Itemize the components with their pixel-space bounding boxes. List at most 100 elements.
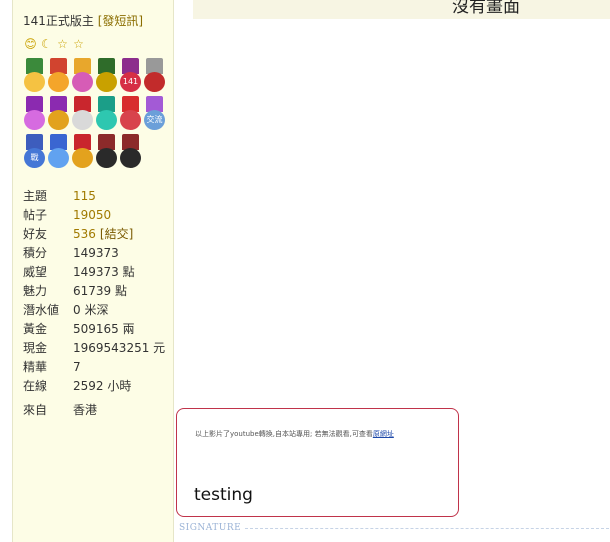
medal-badge (48, 110, 69, 130)
medal-badge (96, 110, 117, 130)
medal-badge (72, 110, 93, 130)
add-friend-link[interactable]: [結交] (100, 227, 133, 241)
medal-badge (48, 148, 69, 168)
signature-note: 以上影片了youtube轉換,自本站專用; 若無法觀看,可查看原網址 (195, 429, 394, 439)
stat-row: 積分 149373 (23, 243, 173, 262)
stat-value: 61739 點 (73, 282, 127, 299)
stat-value: 509165 兩 (73, 320, 135, 337)
stat-row: 黃金 509165 兩 (23, 319, 173, 338)
medal-icon[interactable] (47, 96, 70, 132)
stat-label: 現金 (23, 341, 48, 355)
stat-value: 0 米深 (73, 301, 108, 318)
medal-icon[interactable] (47, 58, 70, 94)
stat-row: 魅力 61739 點 (23, 281, 173, 300)
post-text-fragment: 沒有畫面 (452, 0, 520, 17)
medal-badge: 交流 (144, 110, 165, 130)
stat-value-text: 149373 (73, 245, 119, 260)
stat-label: 帖子 (23, 208, 48, 222)
stat-value: 149373 點 (73, 263, 135, 280)
medal-icon[interactable] (71, 134, 94, 170)
stat-value: 115 (73, 189, 96, 203)
stat-label: 精華 (23, 360, 48, 374)
signature-box: 以上影片了youtube轉換,自本站專用; 若無法觀看,可查看原網址 testi… (176, 408, 459, 517)
medal-icon[interactable] (95, 96, 118, 132)
stat-row: 帖子 19050 (23, 205, 173, 224)
stat-row: 潛水値 0 米深 (23, 300, 173, 319)
moon-icon: ☾ (41, 37, 52, 51)
medal-badge (24, 72, 45, 92)
stat-value: 149373 (73, 246, 119, 260)
stat-label: 威望 (23, 265, 48, 279)
stat-value: 536 [結交] (73, 225, 133, 242)
stat-value-text: 1969543251 元 (73, 341, 166, 355)
stat-value: 2592 小時 (73, 377, 131, 394)
medal-icon[interactable] (23, 96, 46, 132)
medal-badge (24, 110, 45, 130)
medal-badge (96, 148, 117, 168)
stat-value-text: 115 (73, 188, 96, 203)
from-label: 來自 (23, 403, 48, 417)
original-url-link[interactable]: 原網址 (373, 430, 394, 438)
medal-badge (96, 72, 117, 92)
stat-value-text: 0 米深 (73, 303, 109, 317)
medal-icon[interactable] (143, 58, 166, 94)
stat-value: 1969543251 元 (73, 339, 165, 356)
medal-badge (144, 72, 165, 92)
dashed-divider (245, 527, 609, 529)
smiley-icon: 😊 (24, 37, 37, 51)
stat-row: 主題 115 (23, 186, 173, 205)
medal-icon[interactable]: 戰 (23, 134, 46, 170)
signature-divider: SIGNATURE (179, 521, 609, 535)
medal-badge (120, 148, 141, 168)
medal-badge (120, 110, 141, 130)
send-pm-link[interactable]: [發短訊] (98, 14, 143, 28)
medal-icon[interactable] (71, 96, 94, 132)
medal-icon[interactable] (95, 134, 118, 170)
stat-label: 好友 (23, 227, 48, 241)
stat-value-text: 149373 點 (73, 265, 135, 279)
signature-label: SIGNATURE (179, 523, 242, 533)
star-icon: ☆ (73, 37, 84, 51)
stat-label: 主題 (23, 189, 48, 203)
signature-main-text: testing (194, 485, 253, 505)
stat-value-text: 61739 點 (73, 284, 127, 298)
medal-icon[interactable]: 交流 (143, 96, 166, 132)
quote-mark-icon: ” (569, 0, 590, 28)
medal-badge: 戰 (24, 148, 45, 168)
rank-title: 141正式版主 (23, 14, 94, 28)
post-content-top: 沒有畫面 ” (193, 0, 610, 28)
medal-icon[interactable] (23, 58, 46, 94)
user-location: 來自 香港 (23, 401, 97, 418)
medal-badge (72, 72, 93, 92)
stat-label: 潛水値 (23, 303, 60, 317)
stat-row: 精華 7 (23, 357, 173, 376)
medal-icon[interactable] (119, 96, 142, 132)
medal-badge (48, 72, 69, 92)
stat-value: 7 (73, 360, 81, 374)
medal-icon[interactable]: 141 (119, 58, 142, 94)
medal-icon[interactable] (47, 134, 70, 170)
stat-row: 好友 536 [結交] (23, 224, 173, 243)
signature-note-text: 以上影片了youtube轉換,自本站專用; 若無法觀看,可查看 (195, 430, 373, 438)
stat-label: 在線 (23, 379, 48, 393)
medal-icon[interactable] (119, 134, 142, 170)
stat-value-text: 2592 小時 (73, 379, 132, 393)
user-rank: 141正式版主 [發短訊] (23, 12, 143, 29)
user-stats: 主題 115 帖子 19050 好友 536 [結交] 積分 149373 威望 149373 點魅… (23, 186, 173, 395)
medal-icon[interactable] (95, 58, 118, 94)
stat-value-text: 509165 兩 (73, 322, 135, 336)
stat-row: 威望 149373 點 (23, 262, 173, 281)
star-icon: ☆ (57, 37, 68, 51)
from-value: 香港 (73, 403, 98, 417)
stat-label: 魅力 (23, 284, 48, 298)
stat-value-text: 19050 (73, 207, 112, 222)
medal-badge (72, 148, 93, 168)
stat-row: 在線 2592 小時 (23, 376, 173, 395)
stat-label: 積分 (23, 246, 48, 260)
rank-stars: 😊 ☾ ☆ ☆ (23, 37, 86, 52)
medal-icon[interactable] (71, 58, 94, 94)
medal-grid: 141 交流戰 (23, 58, 168, 170)
user-profile-sidebar: 141正式版主 [發短訊] 😊 ☾ ☆ ☆ 141 交流戰 主題 115 帖子 19050 好友… (12, 0, 174, 542)
stat-value-text: 536 (73, 227, 96, 241)
stat-label: 黃金 (23, 322, 48, 336)
